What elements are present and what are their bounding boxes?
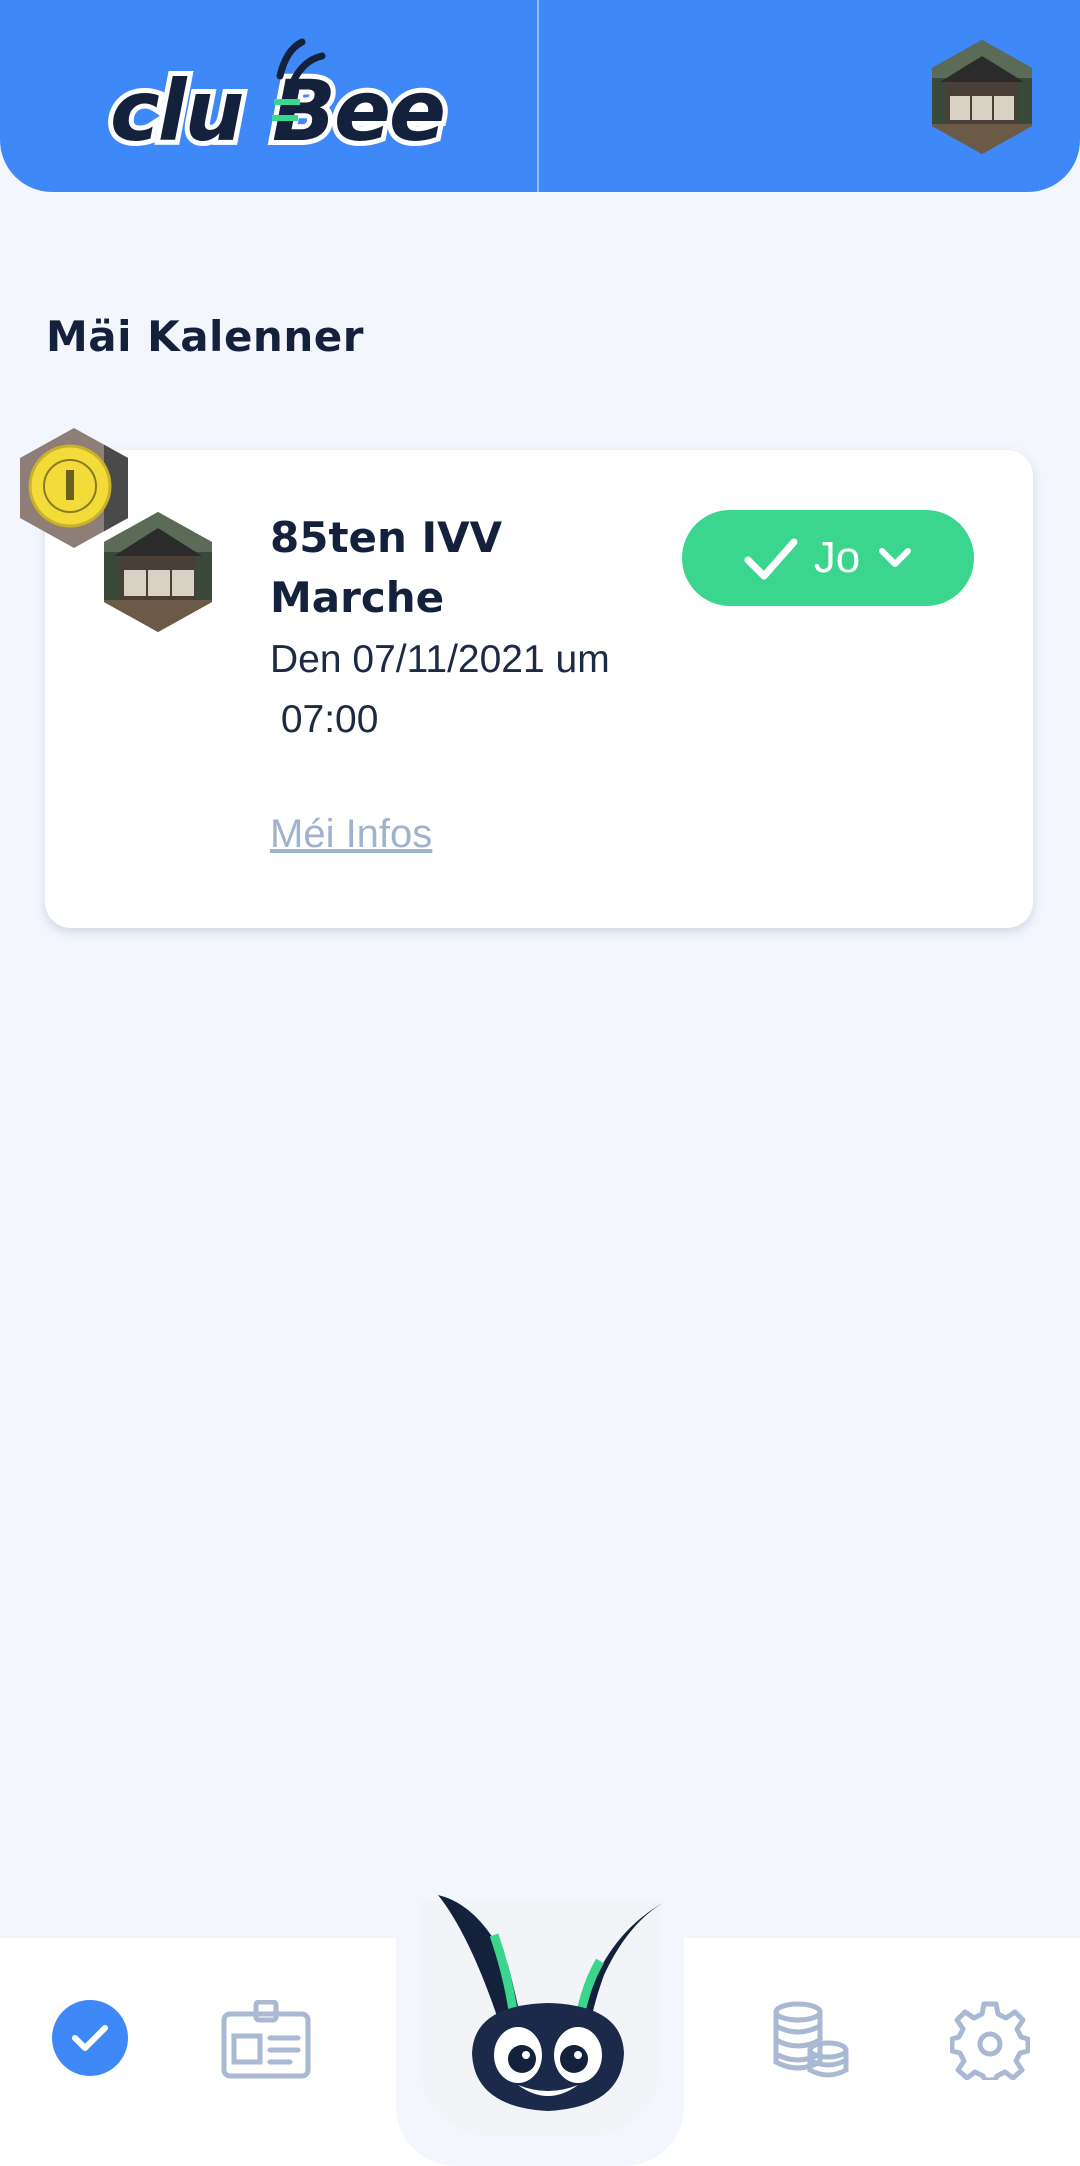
- nav-calendar-check[interactable]: [52, 2000, 128, 2076]
- check-icon: [72, 2025, 108, 2051]
- check-icon: [744, 538, 798, 580]
- header-divider: [537, 0, 539, 192]
- profile-avatar[interactable]: [928, 38, 1036, 156]
- coins-icon[interactable]: [770, 2000, 850, 2080]
- app-header: clu Bee: [0, 0, 1080, 192]
- svg-text:clu: clu: [110, 62, 243, 160]
- rsvp-dropdown-button[interactable]: Jo: [682, 510, 974, 606]
- clubee-logo: clu Bee: [105, 38, 451, 160]
- event-avatar: [104, 512, 212, 632]
- event-date: Den 07/11/2021 um 07:00: [270, 638, 610, 741]
- chevron-down-icon: [879, 548, 912, 567]
- event-title: 85ten IVV Marche: [270, 513, 503, 622]
- rsvp-label: Jo: [813, 533, 861, 582]
- page-title: Mäi Kalenner: [46, 312, 364, 361]
- bee-mascot-icon[interactable]: [430, 1875, 670, 2115]
- more-info-link[interactable]: Méi Infos: [270, 812, 432, 857]
- id-card-icon[interactable]: [220, 2000, 312, 2080]
- gear-icon[interactable]: [950, 2000, 1030, 2080]
